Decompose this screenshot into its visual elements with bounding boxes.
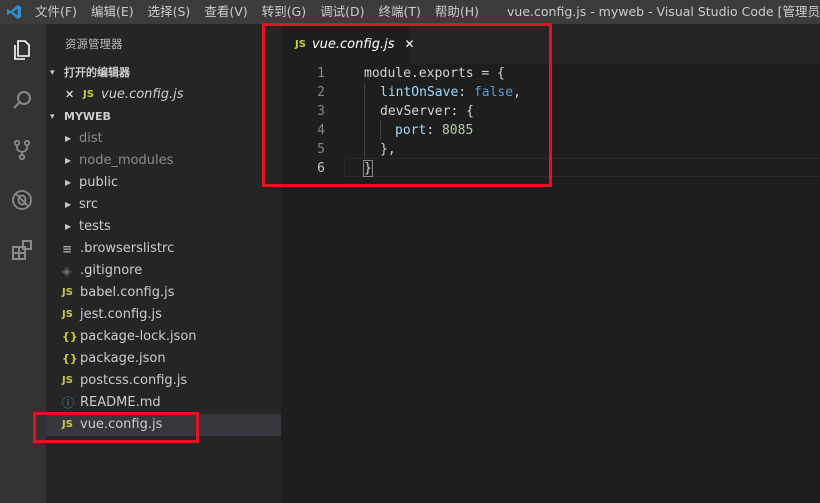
file-label: babel.config.js bbox=[80, 285, 175, 300]
file-package-json[interactable]: {} package.json bbox=[46, 348, 281, 370]
vscode-logo-icon bbox=[0, 0, 28, 24]
menu-edit[interactable]: 编辑(E) bbox=[84, 0, 141, 24]
search-icon[interactable] bbox=[9, 87, 35, 113]
chevron-right-icon: ▶ bbox=[65, 134, 72, 143]
file-jest-config[interactable]: JS jest.config.js bbox=[46, 304, 281, 326]
js-file-icon: JS bbox=[62, 375, 73, 386]
menu-file[interactable]: 文件(F) bbox=[28, 0, 84, 24]
menu-help[interactable]: 帮助(H) bbox=[428, 0, 486, 24]
chevron-down-icon: ▾ bbox=[50, 68, 55, 78]
menu-selection[interactable]: 选择(S) bbox=[141, 0, 198, 24]
title-bar: 文件(F) 编辑(E) 选择(S) 查看(V) 转到(G) 调试(D) 终端(T… bbox=[0, 0, 820, 24]
open-editor-label: vue.config.js bbox=[101, 87, 184, 102]
folder-tests[interactable]: ▶ tests bbox=[46, 216, 281, 238]
file-label: package.json bbox=[80, 351, 166, 366]
files-icon[interactable] bbox=[9, 37, 35, 63]
folder-label: src bbox=[79, 197, 98, 212]
window-title: vue.config.js - myweb - Visual Studio Co… bbox=[507, 4, 820, 19]
file-gitignore[interactable]: ◈ .gitignore bbox=[46, 260, 281, 282]
file-browserslistrc[interactable]: ≡ .browserslistrc bbox=[46, 238, 281, 260]
open-editors-title: 打开的编辑器 bbox=[64, 66, 130, 79]
folder-public[interactable]: ▶ public bbox=[46, 172, 281, 194]
menu-bar: 文件(F) 编辑(E) 选择(S) 查看(V) 转到(G) 调试(D) 终端(T… bbox=[28, 0, 486, 24]
file-postcss-config[interactable]: JS postcss.config.js bbox=[46, 370, 281, 392]
json-file-icon: {} bbox=[62, 352, 78, 365]
info-icon: ⓘ bbox=[62, 396, 75, 410]
explorer-header: 资源管理器 bbox=[65, 37, 123, 51]
annotation-box-file bbox=[33, 412, 199, 443]
folder-node-modules[interactable]: ▶ node_modules bbox=[46, 150, 281, 172]
project-title: MYWEB bbox=[64, 110, 111, 123]
file-label: .browserslistrc bbox=[80, 241, 175, 256]
js-file-icon: JS bbox=[83, 89, 94, 100]
open-editor-item[interactable]: ✕ JS vue.config.js bbox=[46, 84, 281, 106]
folder-label: node_modules bbox=[79, 153, 174, 168]
chevron-right-icon: ▶ bbox=[65, 156, 72, 165]
chevron-right-icon: ▶ bbox=[65, 178, 72, 187]
file-label: jest.config.js bbox=[80, 307, 162, 322]
folder-label: public bbox=[79, 175, 119, 190]
json-file-icon: {} bbox=[62, 330, 78, 343]
chevron-down-icon: ▾ bbox=[50, 112, 55, 122]
file-readme[interactable]: ⓘ README.md bbox=[46, 392, 281, 414]
menu-go[interactable]: 转到(G) bbox=[255, 0, 313, 24]
folder-dist[interactable]: ▶ dist bbox=[46, 128, 281, 150]
open-editors-section[interactable]: ▾ 打开的编辑器 bbox=[46, 62, 281, 84]
file-babel-config[interactable]: JS babel.config.js bbox=[46, 282, 281, 304]
source-control-icon[interactable] bbox=[9, 137, 35, 163]
file-label: .gitignore bbox=[80, 263, 143, 278]
menu-debug[interactable]: 调试(D) bbox=[313, 0, 371, 24]
folder-label: tests bbox=[79, 219, 111, 234]
git-file-icon: ◈ bbox=[62, 264, 72, 278]
file-label: package-lock.json bbox=[80, 329, 197, 344]
chevron-right-icon: ▶ bbox=[65, 200, 72, 209]
close-icon[interactable]: ✕ bbox=[65, 84, 83, 106]
folder-label: dist bbox=[79, 131, 103, 146]
file-package-lock[interactable]: {} package-lock.json bbox=[46, 326, 281, 348]
annotation-box-editor bbox=[262, 23, 552, 187]
extensions-icon[interactable] bbox=[9, 237, 35, 263]
chevron-right-icon: ▶ bbox=[65, 222, 72, 231]
menu-terminal[interactable]: 终端(T) bbox=[371, 0, 427, 24]
js-file-icon: JS bbox=[62, 309, 73, 320]
project-section[interactable]: ▾ MYWEB bbox=[46, 106, 281, 128]
file-label: README.md bbox=[80, 395, 161, 410]
folder-src[interactable]: ▶ src bbox=[46, 194, 281, 216]
text-file-icon: ≡ bbox=[62, 242, 73, 256]
debug-icon[interactable] bbox=[9, 187, 35, 213]
file-label: postcss.config.js bbox=[80, 373, 188, 388]
js-file-icon: JS bbox=[62, 287, 73, 298]
menu-view[interactable]: 查看(V) bbox=[197, 0, 254, 24]
